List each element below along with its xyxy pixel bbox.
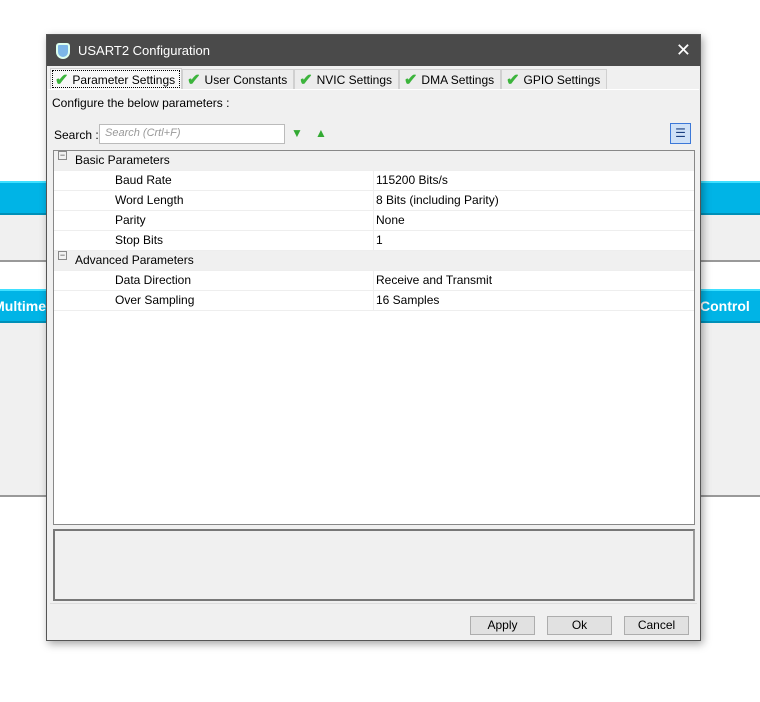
collapse-icon[interactable]: − (58, 251, 67, 260)
tab-label: DMA Settings (421, 73, 495, 87)
collapse-icon[interactable]: − (58, 151, 67, 160)
background-panel-left-2 (0, 323, 46, 497)
parameter-row[interactable]: Data Direction Receive and Transmit (54, 271, 694, 291)
tab-label: GPIO Settings (523, 73, 601, 87)
parameter-row[interactable]: Word Length 8 Bits (including Parity) (54, 191, 694, 211)
check-icon: ✔ (506, 72, 520, 89)
parameter-name: Parity (115, 213, 146, 227)
tab-user-constants[interactable]: ✔ User Constants (182, 69, 295, 90)
parameter-name: Data Direction (115, 273, 192, 287)
close-icon[interactable]: ✕ (676, 40, 691, 61)
parameter-value[interactable]: Receive and Transmit (373, 271, 694, 290)
app-shield-icon (56, 42, 70, 59)
group-row[interactable]: − Basic Parameters (54, 151, 694, 171)
tab-label: Parameter Settings (72, 72, 176, 87)
instruction-text: Configure the below parameters : (52, 96, 230, 110)
group-name: Advanced Parameters (75, 253, 194, 267)
title-bar[interactable]: USART2 Configuration ✕ (47, 35, 700, 66)
search-label: Search : (54, 128, 99, 142)
tab-dma-settings[interactable]: ✔ DMA Settings (399, 69, 502, 90)
check-icon: ✔ (187, 72, 201, 89)
background-header-left (0, 181, 46, 215)
background-header-control: Control (700, 289, 760, 323)
background-header-multimedia: Multime (0, 289, 46, 323)
tab-nvic-settings[interactable]: ✔ NVIC Settings (294, 69, 400, 90)
parameter-name: Stop Bits (115, 233, 164, 247)
background-panel-right (700, 215, 760, 262)
tab-label: User Constants (204, 73, 288, 87)
background-label: Control (700, 298, 750, 314)
parameter-name: Baud Rate (115, 173, 172, 187)
parameter-value[interactable]: 1 (373, 231, 694, 250)
group-name: Basic Parameters (75, 153, 170, 167)
parameter-name: Word Length (115, 193, 184, 207)
check-icon: ✔ (55, 71, 69, 89)
ok-button[interactable]: Ok (547, 616, 612, 635)
parameter-value[interactable]: 115200 Bits/s (373, 171, 694, 190)
tab-label: NVIC Settings (316, 73, 393, 87)
arrow-up-icon[interactable]: ▲ (315, 126, 327, 140)
usart2-configuration-dialog: USART2 Configuration ✕ ✔ Parameter Settin… (46, 34, 701, 641)
group-row[interactable]: − Advanced Parameters (54, 251, 694, 271)
background-panel-left (0, 215, 46, 262)
parameter-grid: − Basic Parameters Baud Rate 115200 Bits/s W… (53, 150, 695, 525)
tab-parameter-settings[interactable]: ✔ Parameter Settings (50, 68, 183, 90)
parameter-settings-panel: Configure the below parameters : Search … (48, 89, 699, 603)
dialog-title: USART2 Configuration (78, 43, 210, 58)
parameter-value[interactable]: 16 Samples (373, 291, 694, 310)
parameter-name: Over Sampling (115, 293, 195, 307)
background-header-right (700, 181, 760, 215)
divider (50, 603, 697, 604)
parameter-row[interactable]: Baud Rate 115200 Bits/s (54, 171, 694, 191)
parameter-row[interactable]: Parity None (54, 211, 694, 231)
background-panel-right-2 (700, 323, 760, 497)
parameter-value[interactable]: None (373, 211, 694, 230)
check-icon: ✔ (299, 72, 313, 89)
tab-gpio-settings[interactable]: ✔ GPIO Settings (501, 69, 608, 90)
parameter-row[interactable]: Over Sampling 16 Samples (54, 291, 694, 311)
parameter-row[interactable]: Stop Bits 1 (54, 231, 694, 251)
check-icon: ✔ (404, 72, 418, 89)
background-label: Multime (0, 298, 46, 314)
apply-button[interactable]: Apply (470, 616, 535, 635)
cancel-button[interactable]: Cancel (624, 616, 689, 635)
tab-bar: ✔ Parameter Settings ✔ User Constants ✔ NVI… (50, 68, 608, 90)
arrow-down-icon[interactable]: ▼ (291, 126, 303, 140)
description-box (53, 529, 695, 601)
list-view-icon[interactable]: ☰ (670, 123, 691, 144)
parameter-value[interactable]: 8 Bits (including Parity) (373, 191, 694, 210)
search-input[interactable]: Search (Crtl+F) (99, 124, 285, 144)
